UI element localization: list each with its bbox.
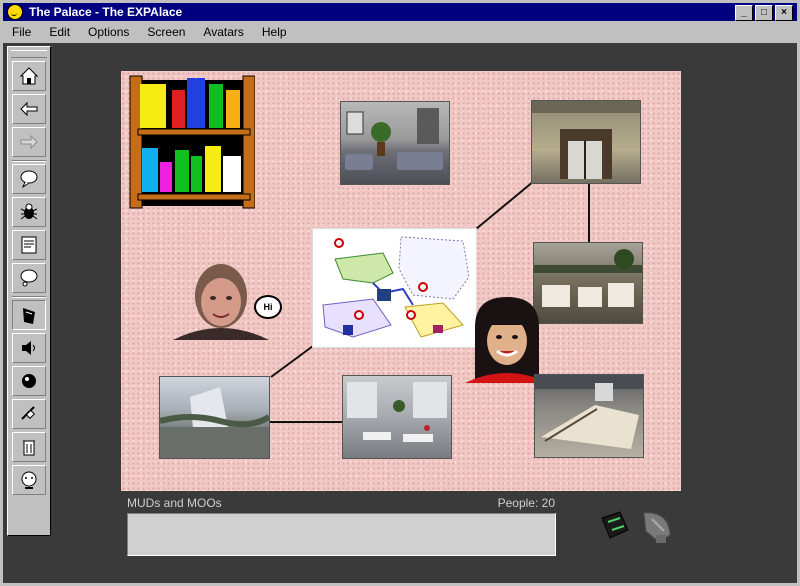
tool-palette	[7, 46, 51, 536]
menu-help[interactable]: Help	[253, 25, 296, 39]
menu-screen[interactable]: Screen	[138, 25, 194, 39]
smiley-app-icon	[7, 4, 23, 20]
title-bar: The Palace - The EXPAlace _ □ ×	[3, 3, 797, 21]
menu-bar: File Edit Options Screen Avatars Help	[3, 22, 797, 42]
satellite-icon[interactable]	[12, 399, 46, 429]
room-thumb-hall[interactable]	[534, 374, 644, 458]
window-title: The Palace - The EXPAlace	[29, 5, 183, 19]
menu-options[interactable]: Options	[79, 25, 138, 39]
speaker-icon[interactable]	[12, 333, 46, 363]
avatar-woman-black-hair[interactable]	[459, 297, 555, 383]
room-name: MUDs and MOOs	[127, 496, 222, 510]
bookshelf-prop[interactable]	[126, 74, 256, 211]
status-line: MUDs and MOOs People: 20	[127, 496, 557, 512]
speech-balloon-icon[interactable]	[12, 164, 46, 194]
room-view[interactable]: Hi	[121, 71, 681, 491]
trash-icon[interactable]	[12, 432, 46, 462]
paint-icon[interactable]	[12, 300, 46, 330]
close-button[interactable]: ×	[775, 5, 793, 21]
back-arrow-icon[interactable]	[12, 94, 46, 124]
toolbar-grip[interactable]	[11, 50, 47, 58]
room-thumb-cafe[interactable]	[342, 375, 452, 459]
palace-map[interactable]	[312, 228, 477, 348]
prop-bag-icon[interactable]	[598, 508, 632, 542]
maximize-button[interactable]: □	[755, 5, 773, 21]
menu-edit[interactable]: Edit	[40, 25, 79, 39]
avatar-woman-gray-hair[interactable]	[173, 256, 269, 340]
room-thumb-lobby[interactable]	[340, 101, 450, 185]
palace-window: The Palace - The EXPAlace _ □ × File Edi…	[0, 0, 800, 586]
chat-input[interactable]	[127, 513, 556, 556]
bug-icon[interactable]	[12, 197, 46, 227]
menu-avatars[interactable]: Avatars	[194, 25, 252, 39]
face-icon[interactable]	[12, 465, 46, 495]
satellite-dish-icon[interactable]	[638, 505, 676, 545]
whisper-balloon-icon[interactable]	[12, 263, 46, 293]
room-thumb-garden[interactable]	[159, 376, 271, 459]
menu-file[interactable]: File	[3, 25, 40, 39]
home-icon[interactable]	[12, 61, 46, 91]
sign-icon[interactable]	[12, 230, 46, 260]
ball-icon[interactable]	[12, 366, 46, 396]
room-thumb-entrance[interactable]	[531, 100, 641, 184]
forward-arrow-icon	[12, 127, 46, 157]
avatar-speech-bubble: Hi	[254, 295, 282, 319]
people-count: People: 20	[497, 496, 555, 510]
minimize-button[interactable]: _	[735, 5, 753, 21]
